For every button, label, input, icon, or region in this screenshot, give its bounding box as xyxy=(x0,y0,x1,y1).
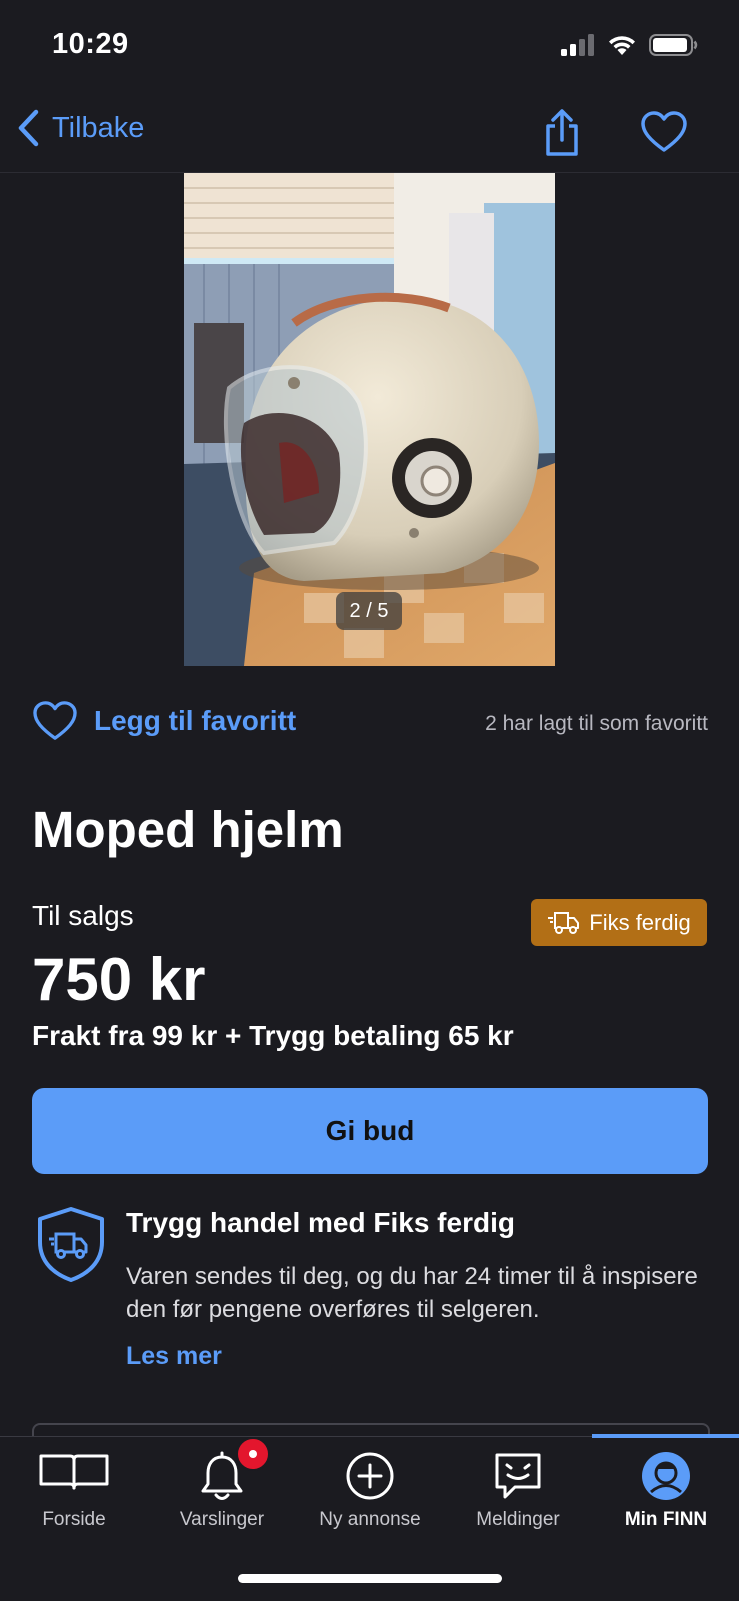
tab-meldinger-label: Meldinger xyxy=(476,1509,560,1530)
price: 750 kr xyxy=(32,946,206,1013)
back-button[interactable]: Tilbake xyxy=(16,108,144,148)
give-bid-button[interactable]: Gi bud xyxy=(32,1088,708,1174)
wifi-icon xyxy=(609,36,635,55)
battery-icon xyxy=(649,34,698,56)
favorite-count: 2 har lagt til som favoritt xyxy=(485,712,708,735)
add-favorite-label: Legg til favoritt xyxy=(94,705,297,736)
status-bar: 10:29 xyxy=(0,0,739,90)
tab-min-finn-label: Min FINN xyxy=(624,1509,708,1530)
heart-icon xyxy=(641,111,687,152)
tab-forside[interactable]: Forside xyxy=(0,1437,148,1557)
home-indicator xyxy=(238,1574,502,1583)
nav-bar: Tilbake xyxy=(0,100,739,173)
add-favorite-button[interactable]: Legg til favoritt xyxy=(32,700,296,742)
read-more-link[interactable]: Les mer xyxy=(126,1342,222,1371)
plus-circle-icon xyxy=(346,1452,394,1500)
shield-truck-icon xyxy=(36,1206,106,1287)
share-icon xyxy=(546,109,578,156)
delivery-truck-icon xyxy=(548,911,580,934)
chevron-left-icon xyxy=(18,109,39,147)
tab-varslinger[interactable]: Varslinger xyxy=(148,1437,296,1557)
tab-meldinger[interactable]: Meldinger xyxy=(444,1437,592,1557)
fiks-ferdig-badge: Fiks ferdig xyxy=(531,899,707,946)
status-icons xyxy=(561,33,699,57)
book-icon xyxy=(39,1454,109,1490)
tab-ny-annonse[interactable]: Ny annonse xyxy=(296,1437,444,1557)
tab-ny-annonse-label: Ny annonse xyxy=(319,1509,421,1530)
heart-outline-icon xyxy=(33,701,77,740)
share-button[interactable] xyxy=(540,108,584,163)
photo-counter: 2 / 5 xyxy=(336,592,402,630)
sale-type-label: Til salgs xyxy=(32,900,134,931)
back-label: Tilbake xyxy=(52,111,145,144)
signal-icon xyxy=(561,34,594,56)
tab-forside-label: Forside xyxy=(42,1509,106,1530)
fiks-ferdig-label: Fiks ferdig xyxy=(589,909,691,935)
favorite-row: Legg til favoritt 2 har lagt til som fav… xyxy=(32,700,708,750)
trygg-handel-text: Varen sendes til deg, og du har 24 timer… xyxy=(126,1263,698,1323)
chat-icon xyxy=(495,1453,541,1499)
tab-min-finn[interactable]: Min FINN xyxy=(592,1437,739,1557)
tab-varslinger-label: Varslinger xyxy=(179,1509,265,1530)
shipping-info: Frakt fra 99 kr + Trygg betaling 65 kr xyxy=(32,1020,514,1051)
trygg-handel-title: Trygg handel med Fiks ferdig xyxy=(126,1207,515,1238)
status-time: 10:29 xyxy=(52,28,129,60)
listing-title: Moped hjelm xyxy=(32,801,344,858)
notification-badge xyxy=(236,1437,270,1471)
favorite-heart-button[interactable] xyxy=(640,110,688,159)
profile-icon xyxy=(642,1452,690,1500)
product-photo[interactable]: 2 / 5 xyxy=(184,173,555,666)
